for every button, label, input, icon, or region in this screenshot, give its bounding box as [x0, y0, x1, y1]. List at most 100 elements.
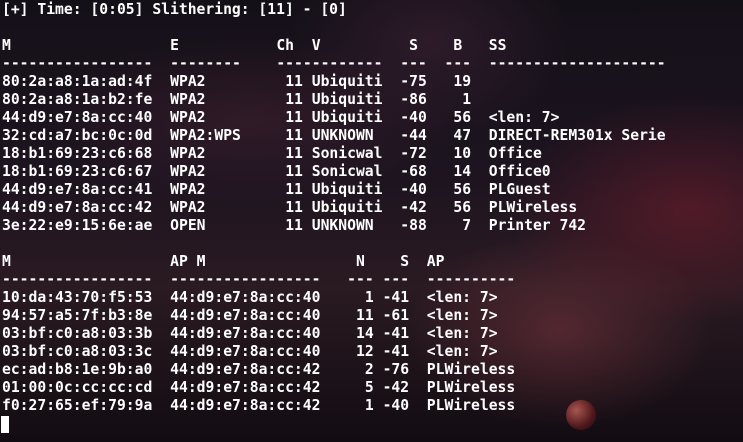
- client-cell-n: 14: [356, 325, 374, 342]
- ap-separator-mac: -----------------: [2, 55, 153, 72]
- client-cell-ap_mac: 44:d9:e7:8a:cc:40: [170, 343, 321, 360]
- client-cell-signal: -42: [382, 379, 410, 396]
- client-cell-ap_mac: 44:d9:e7:8a:cc:40: [170, 289, 321, 306]
- client-cell-ap: PLWireless: [426, 397, 516, 414]
- client-cell-mac: 03:bf:c0:a8:03:3c: [2, 343, 153, 360]
- ap-cell-signal: -86: [400, 91, 427, 108]
- ap-separator-signal: ---: [400, 55, 427, 72]
- client-header-ap_mac: AP M: [170, 253, 206, 270]
- client-header-ap: AP: [426, 253, 445, 270]
- ap-cell-signal: -75: [400, 73, 427, 90]
- ap-cell-mac: 18:b1:69:23:c6:68: [2, 145, 153, 162]
- ap-cell-vendor: Sonicwal: [311, 145, 383, 162]
- client-header-n: N: [356, 253, 365, 270]
- ap-cell-mac: 3e:22:e9:15:6e:ae: [2, 217, 153, 234]
- ap-header-enc: E: [170, 37, 179, 54]
- terminal-window[interactable]: [+] Time: [0:05] Slithering: [11] - [0] …: [0, 0, 743, 442]
- ap-cell-beacons: 7: [462, 217, 472, 234]
- client-cell-signal: -41: [382, 343, 410, 360]
- client-separator-ap: ----------: [426, 271, 516, 288]
- client-header-mac: M: [2, 253, 11, 270]
- ap-cell-signal: -40: [400, 109, 427, 126]
- client-cell-n: 5: [364, 379, 374, 396]
- ap-cell-enc: WPA2: [170, 145, 206, 162]
- client-separator-mac: -----------------: [2, 271, 153, 288]
- ap-cell-ssid: PLGuest: [488, 181, 551, 198]
- ap-cell-vendor: UNKNOWN: [311, 127, 374, 144]
- client-cell-mac: 10:da:43:70:f5:53: [2, 289, 153, 306]
- ap-cell-signal: -88: [400, 217, 427, 234]
- ap-cell-signal: -68: [400, 163, 427, 180]
- ap-cell-beacons: 56: [453, 199, 472, 216]
- ap-cell-beacons: 56: [453, 181, 472, 198]
- ap-cell-signal: -40: [400, 181, 427, 198]
- ap-header-ssid: SS: [488, 37, 507, 54]
- client-cell-signal: -40: [382, 397, 410, 414]
- ap-cell-enc: WPA2: [170, 73, 206, 90]
- ap-separator-vendor: --------: [311, 55, 383, 72]
- ap-cell-ssid: <len: 7>: [488, 109, 560, 126]
- ap-header-vendor: V: [311, 37, 321, 54]
- ap-cell-vendor: Ubiquiti: [311, 91, 383, 108]
- ap-cell-vendor: Sonicwal: [311, 163, 383, 180]
- ap-cell-ch: 11: [285, 145, 303, 162]
- client-cell-ap_mac: 44:d9:e7:8a:cc:40: [170, 307, 321, 324]
- client-separator-ap_mac: -----------------: [170, 271, 321, 288]
- client-cell-ap: PLWireless: [426, 379, 516, 396]
- client-cell-ap: PLWireless: [426, 361, 516, 378]
- client-cell-ap_mac: 44:d9:e7:8a:cc:42: [170, 397, 321, 414]
- ap-cell-beacons: 19: [453, 73, 472, 90]
- ap-cell-mac: 44:d9:e7:8a:cc:40: [2, 109, 153, 126]
- client-separator-n: ---: [347, 271, 374, 288]
- client-cell-mac: 94:57:a5:7f:b3:8e: [2, 307, 153, 324]
- ap-cell-ch: 11: [285, 217, 303, 234]
- client-cell-mac: 01:00:0c:cc:cc:cd: [2, 379, 153, 396]
- client-cell-n: 11: [356, 307, 374, 324]
- ap-cell-mac: 44:d9:e7:8a:cc:41: [2, 181, 153, 198]
- ap-cell-ch: 11: [285, 163, 303, 180]
- ap-cell-enc: WPA2: [170, 109, 206, 126]
- client-separator-signal: ---: [382, 271, 410, 288]
- ap-cell-vendor: Ubiquiti: [311, 109, 383, 126]
- ap-header-signal: S: [409, 37, 418, 54]
- client-cell-signal: -76: [382, 361, 410, 378]
- status-line: [+] Time: [0:05] Slithering: [11] - [0]: [2, 1, 347, 18]
- ap-header-beacons: B: [453, 37, 463, 54]
- ap-header-ch: Ch: [276, 37, 295, 54]
- ap-cell-signal: -44: [400, 127, 427, 144]
- client-cell-signal: -41: [382, 289, 410, 306]
- ap-cell-ch: 11: [285, 91, 303, 108]
- client-cell-n: 2: [364, 361, 374, 378]
- client-header-signal: S: [400, 253, 410, 270]
- ap-cell-enc: WPA2: [170, 163, 206, 180]
- client-cell-n: 12: [356, 343, 374, 360]
- ap-cell-beacons: 10: [453, 145, 472, 162]
- ap-cell-ssid: Office0: [488, 163, 551, 180]
- ap-cell-mac: 44:d9:e7:8a:cc:42: [2, 199, 153, 216]
- ap-cell-enc: OPEN: [170, 217, 206, 234]
- ap-cell-enc: WPA2: [170, 181, 206, 198]
- ap-separator-beacons: ---: [444, 55, 472, 72]
- ap-cell-mac: 18:b1:69:23:c6:67: [2, 163, 153, 180]
- client-cell-signal: -61: [382, 307, 410, 324]
- ap-cell-beacons: 47: [453, 127, 472, 144]
- ap-cell-enc: WPA2: [170, 199, 206, 216]
- client-cell-ap: <len: 7>: [426, 325, 498, 342]
- ap-cell-enc: WPA2: [170, 91, 206, 108]
- ap-cell-ssid: Printer 742: [488, 217, 587, 234]
- client-cell-ap_mac: 44:d9:e7:8a:cc:40: [170, 325, 321, 342]
- ap-cell-signal: -72: [400, 145, 427, 162]
- client-cell-n: 1: [364, 289, 374, 306]
- ap-cell-vendor: Ubiquiti: [311, 199, 383, 216]
- terminal-cursor: [1, 416, 9, 433]
- client-cell-ap_mac: 44:d9:e7:8a:cc:42: [170, 361, 321, 378]
- ap-separator-ssid: --------------------: [488, 55, 666, 72]
- ap-cell-ch: 11: [285, 181, 303, 198]
- ap-cell-signal: -42: [400, 199, 427, 216]
- ap-cell-vendor: Ubiquiti: [311, 181, 383, 198]
- ap-cell-ch: 11: [285, 199, 303, 216]
- ap-cell-ch: 11: [285, 127, 303, 144]
- ap-cell-ssid: DIRECT-REM301x Serie: [488, 127, 666, 144]
- ap-cell-beacons: 1: [462, 91, 472, 108]
- client-cell-mac: f0:27:65:ef:79:9a: [2, 397, 153, 414]
